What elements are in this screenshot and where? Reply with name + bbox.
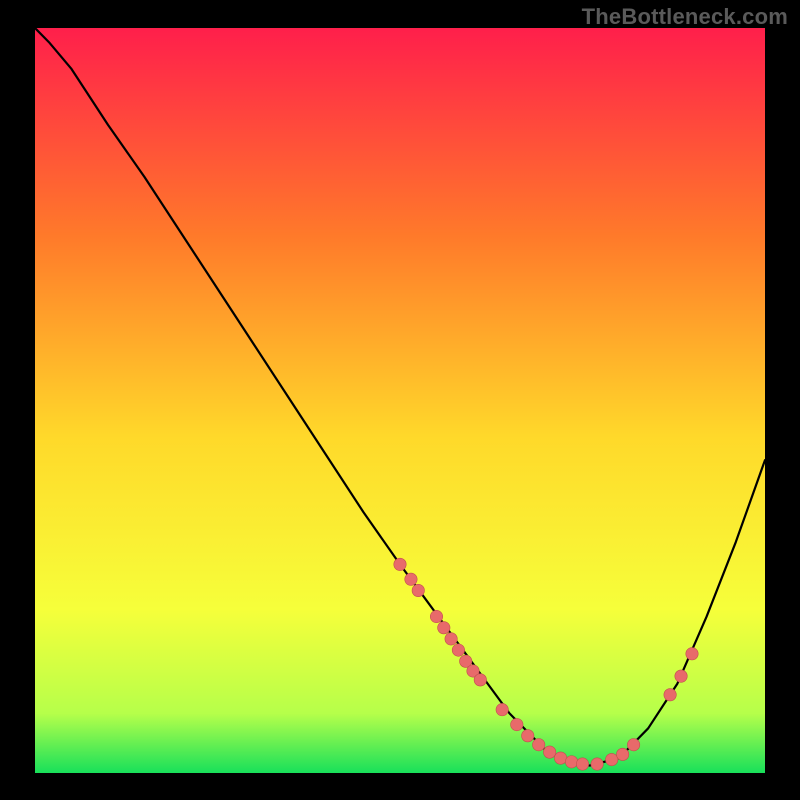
data-marker	[438, 622, 450, 634]
plot-area	[35, 28, 765, 773]
data-marker	[522, 730, 534, 742]
bottleneck-chart	[35, 28, 765, 773]
data-marker	[591, 758, 603, 770]
data-marker	[675, 670, 687, 682]
data-marker	[474, 674, 486, 686]
data-marker	[511, 718, 523, 730]
data-marker	[565, 756, 577, 768]
data-marker	[496, 703, 508, 715]
data-marker	[412, 584, 424, 596]
data-marker	[686, 648, 698, 660]
data-marker	[405, 573, 417, 585]
data-marker	[533, 738, 545, 750]
data-marker	[627, 738, 639, 750]
data-marker	[543, 746, 555, 758]
data-marker	[430, 610, 442, 622]
data-marker	[445, 633, 457, 645]
gradient-background	[35, 28, 765, 773]
data-marker	[606, 753, 618, 765]
chart-frame: TheBottleneck.com	[0, 0, 800, 800]
data-marker	[554, 752, 566, 764]
data-marker	[576, 758, 588, 770]
data-marker	[452, 644, 464, 656]
data-marker	[664, 689, 676, 701]
data-marker	[394, 558, 406, 570]
watermark-text: TheBottleneck.com	[582, 4, 788, 30]
data-marker	[616, 748, 628, 760]
